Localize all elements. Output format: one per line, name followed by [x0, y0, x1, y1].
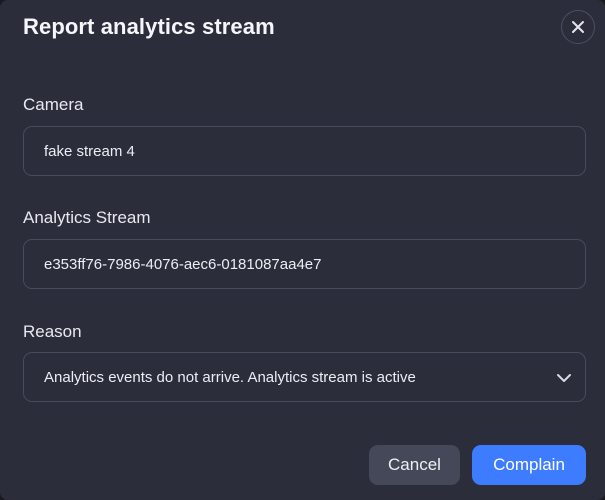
reason-label: Reason	[23, 322, 82, 341]
report-analytics-stream-dialog: Report analytics stream Camera Analytics…	[0, 0, 605, 500]
analytics-stream-field[interactable]	[23, 239, 586, 289]
complain-button[interactable]: Complain	[472, 445, 586, 485]
reason-select[interactable]: Analytics events do not arrive. Analytic…	[23, 352, 586, 402]
camera-label: Camera	[23, 95, 84, 114]
analytics-stream-input[interactable]	[24, 240, 585, 288]
camera-input[interactable]	[24, 127, 585, 175]
cancel-button[interactable]: Cancel	[369, 445, 460, 485]
close-icon	[572, 21, 584, 33]
analytics-stream-label: Analytics Stream	[23, 208, 151, 227]
close-button[interactable]	[561, 10, 595, 44]
dialog-title: Report analytics stream	[23, 14, 275, 39]
chevron-down-icon	[557, 374, 571, 382]
camera-field[interactable]	[23, 126, 586, 176]
reason-selected-value: Analytics events do not arrive. Analytic…	[44, 368, 416, 386]
